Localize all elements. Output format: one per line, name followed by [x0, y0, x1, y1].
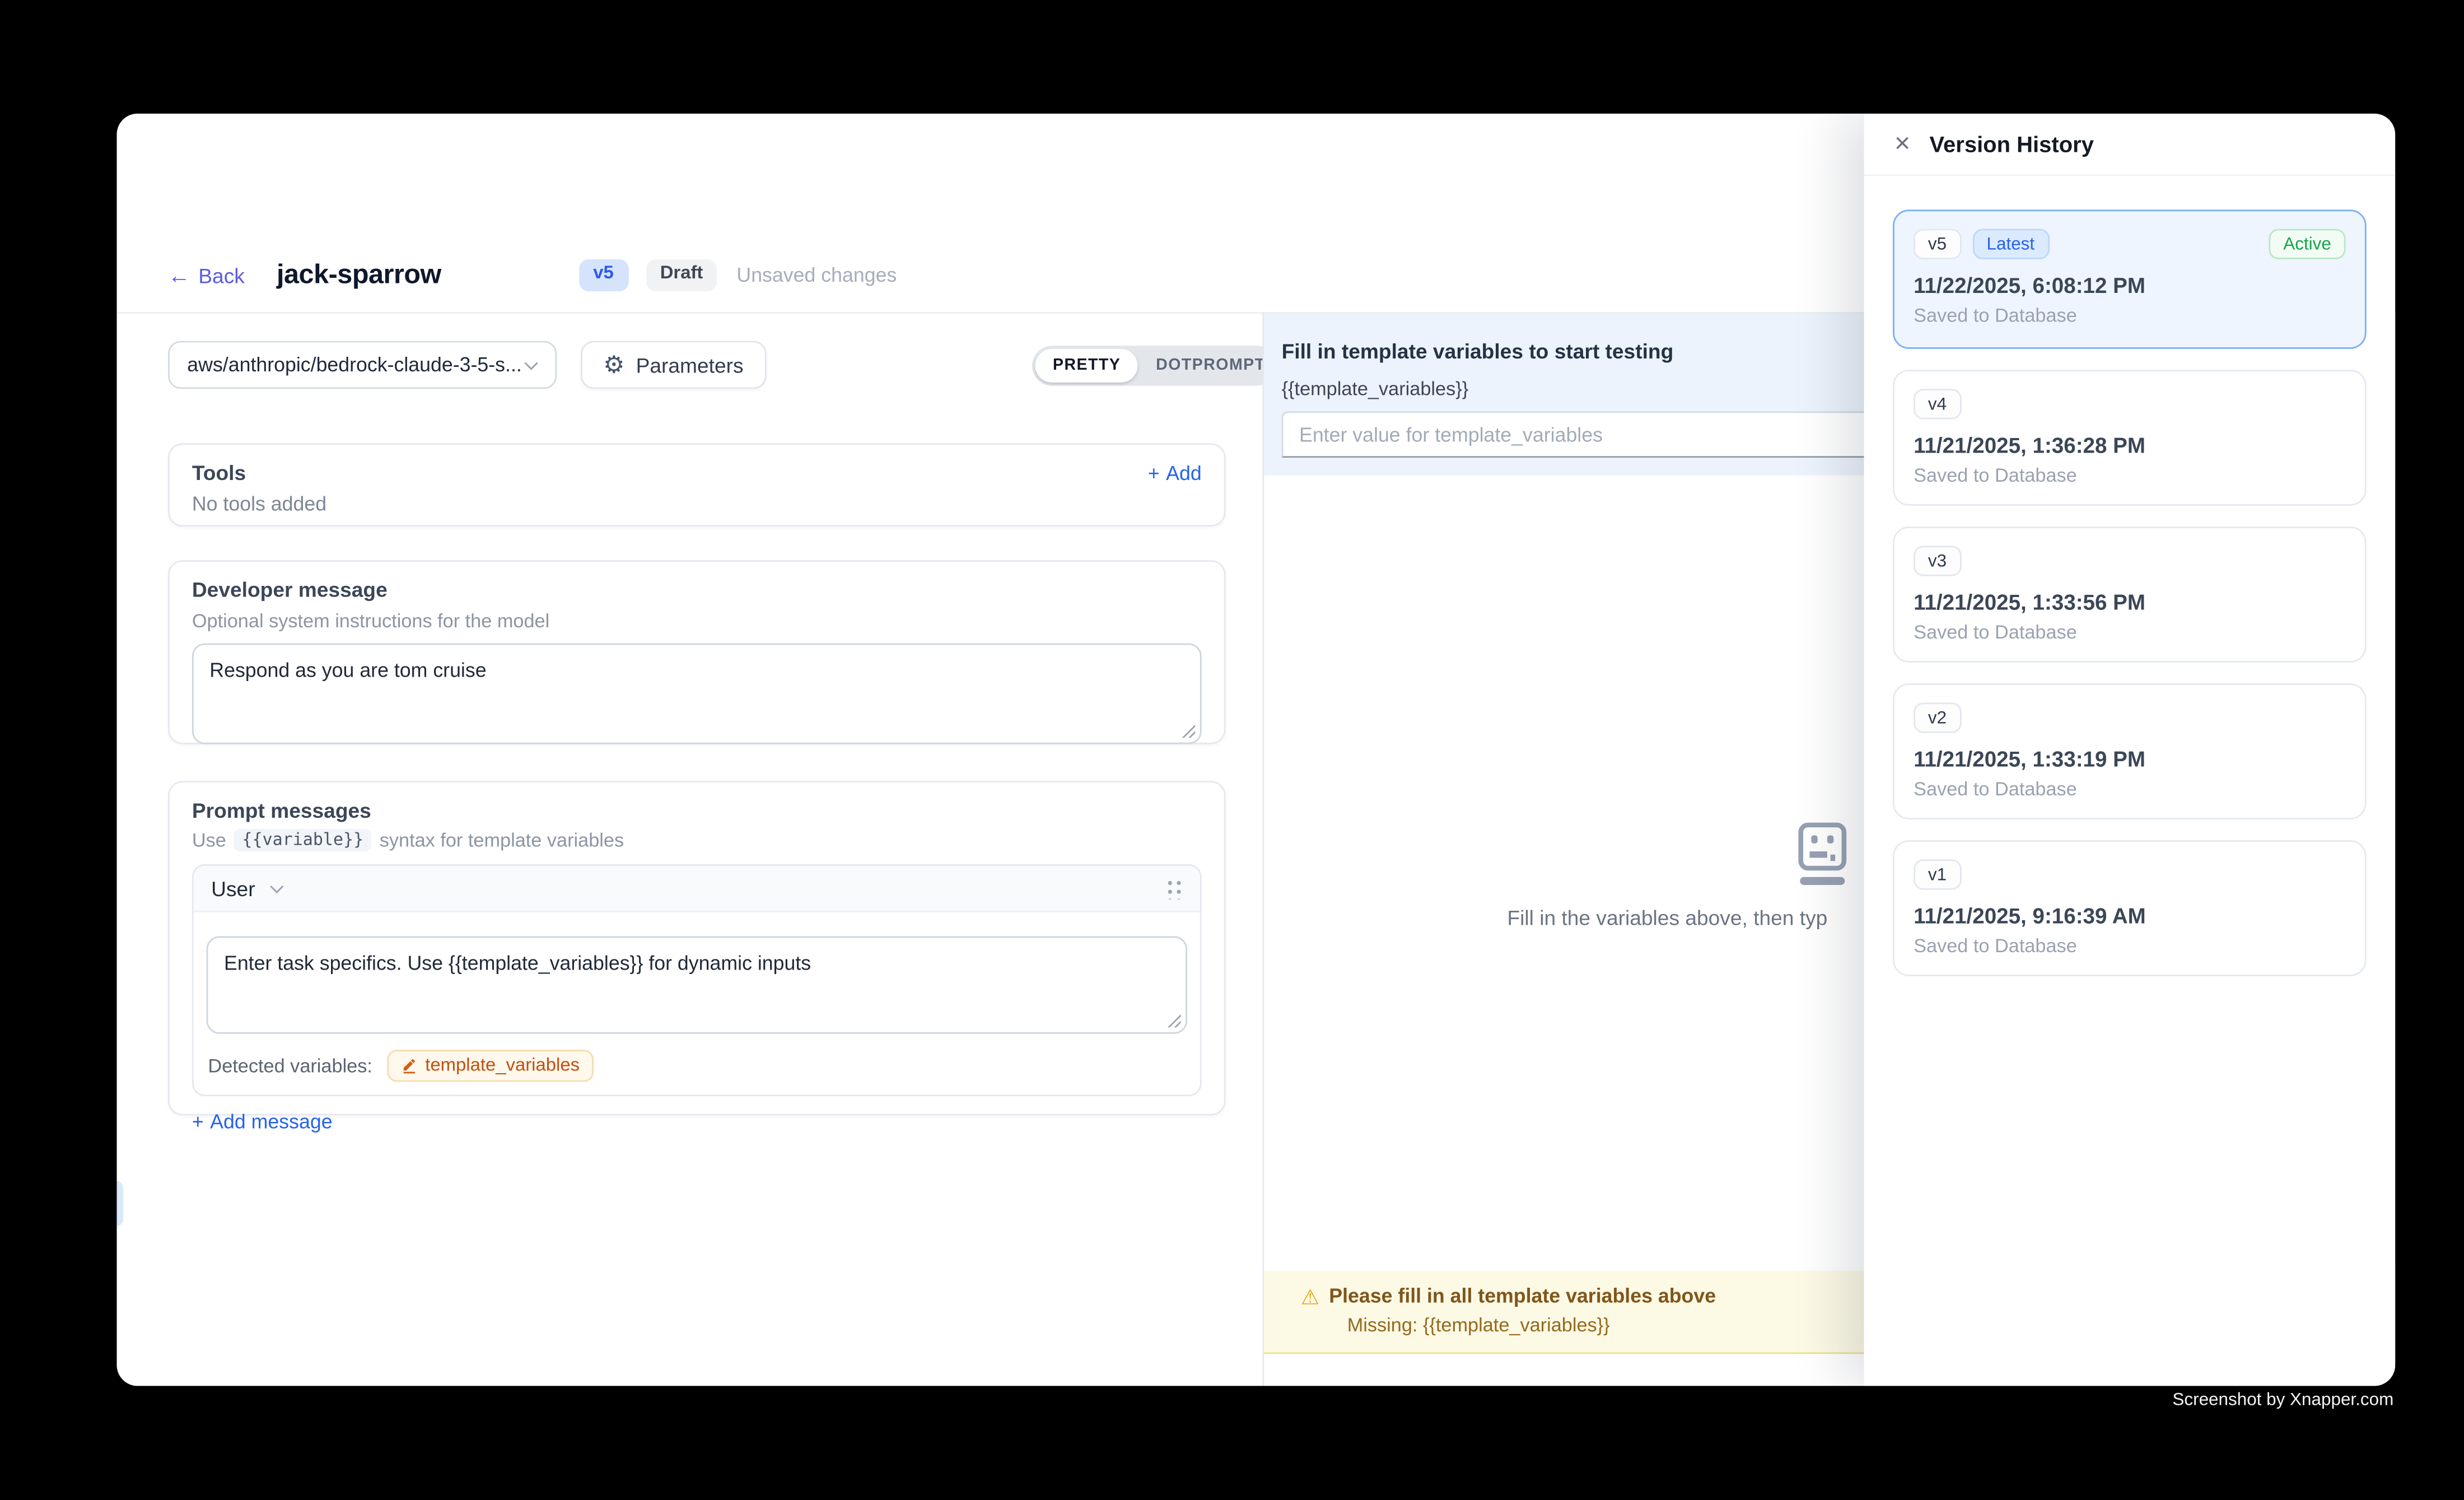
- version-timestamp: 11/21/2025, 1:36:28 PM: [1914, 434, 2345, 458]
- back-arrow-icon: ←: [168, 264, 190, 286]
- detected-variable-chip[interactable]: template_variables: [387, 1050, 594, 1082]
- version-status: Saved to Database: [1914, 464, 2345, 487]
- header-badges: v5 Draft Unsaved changes: [579, 259, 897, 291]
- parameters-button[interactable]: ⚙ Parameters: [581, 341, 766, 389]
- user-message-input[interactable]: Enter task specifics. Use {{template_var…: [207, 936, 1187, 1033]
- empty-state-text: Fill in the variables above, then typ: [1507, 906, 1827, 930]
- add-message-label: Add message: [210, 1111, 332, 1133]
- page-header: ← Back jack-sparrow v5 Draft Unsaved cha…: [168, 251, 897, 300]
- robot-face-icon: [1798, 823, 1846, 871]
- pencil-icon: [401, 1058, 417, 1074]
- detected-variable-name: template_variables: [425, 1056, 580, 1075]
- version-status: Saved to Database: [1914, 304, 2345, 327]
- unsaved-changes-text: Unsaved changes: [736, 264, 897, 286]
- page-title: jack-sparrow: [277, 259, 441, 291]
- parameters-label: Parameters: [636, 353, 744, 377]
- close-icon[interactable]: ×: [1894, 129, 1910, 156]
- plus-icon: +: [1148, 462, 1160, 484]
- role-selector[interactable]: User: [211, 876, 282, 900]
- chevron-down-icon: [270, 880, 284, 893]
- screenshot-stage: ← Back jack-sparrow v5 Draft Unsaved cha…: [0, 0, 2464, 1500]
- version-id-badge: v1: [1914, 859, 1961, 889]
- prompt-messages-title: Prompt messages: [192, 799, 1202, 823]
- toggle-dotprompt[interactable]: DOTPROMPT: [1138, 349, 1283, 383]
- version-timestamp: 11/21/2025, 1:33:56 PM: [1914, 590, 2345, 614]
- gear-icon: ⚙: [603, 353, 624, 377]
- draft-badge: Draft: [646, 259, 717, 291]
- back-button[interactable]: ← Back: [168, 263, 245, 287]
- role-selector-value: User: [211, 876, 255, 900]
- tools-title: Tools: [192, 461, 246, 485]
- subtitle-suffix: syntax for template variables: [380, 829, 624, 851]
- developer-message-title: Developer message: [192, 577, 1202, 602]
- variable-syntax-pill: {{variable}}: [234, 829, 371, 851]
- prompt-messages-card: Prompt messages Use {{variable}} syntax …: [168, 781, 1226, 1115]
- warning-title: Please fill in all template variables ab…: [1329, 1285, 1716, 1307]
- robot-base-icon: [1800, 877, 1845, 885]
- view-mode-toggle: PRETTY DOTPROMPT: [1032, 346, 1277, 385]
- tools-empty-text: No tools added: [192, 493, 1202, 515]
- toggle-pretty[interactable]: PRETTY: [1035, 349, 1138, 383]
- version-history-panel: × Version History v5 Latest Active 11/22…: [1864, 114, 2396, 1386]
- drag-handle-icon[interactable]: [1165, 877, 1182, 900]
- detected-variables-row: Detected variables: template_variables: [194, 1047, 1200, 1095]
- prompt-editor-column: ← Back jack-sparrow v5 Draft Unsaved cha…: [117, 114, 1263, 1386]
- edge-peek-element: [117, 1181, 123, 1226]
- version-history-title: Version History: [1930, 131, 2094, 157]
- add-tool-button[interactable]: + Add: [1148, 462, 1202, 484]
- developer-message-card: Developer message Optional system instru…: [168, 560, 1226, 744]
- developer-message-input[interactable]: Respond as you are tom cruise: [192, 644, 1202, 744]
- chevron-down-icon: [524, 356, 538, 370]
- version-status: Saved to Database: [1914, 778, 2345, 800]
- version-status: Saved to Database: [1914, 935, 2345, 957]
- version-id-badge: v5: [1914, 229, 1961, 259]
- model-selector[interactable]: aws/anthropic/bedrock-claude-3-5-s...: [168, 341, 557, 389]
- version-card-v5[interactable]: v5 Latest Active 11/22/2025, 6:08:12 PM …: [1893, 209, 2367, 349]
- version-card-v1[interactable]: v1 11/21/2025, 9:16:39 AM Saved to Datab…: [1893, 840, 2367, 976]
- version-history-header: × Version History: [1864, 114, 2396, 176]
- watermark-text: Screenshot by Xnapper.com: [2172, 1391, 2393, 1410]
- version-badge: v5: [579, 259, 628, 291]
- version-timestamp: 11/21/2025, 9:16:39 AM: [1914, 904, 2345, 928]
- version-timestamp: 11/22/2025, 6:08:12 PM: [1914, 274, 2345, 298]
- version-id-badge: v2: [1914, 702, 1961, 733]
- subtitle-prefix: Use: [192, 829, 226, 851]
- version-status: Saved to Database: [1914, 621, 2345, 644]
- developer-message-subtitle: Optional system instructions for the mod…: [192, 610, 1202, 632]
- detected-variables-label: Detected variables:: [208, 1055, 372, 1077]
- column-divider: [1262, 312, 1264, 1386]
- active-badge: Active: [2269, 229, 2346, 259]
- prompt-messages-subtitle: Use {{variable}} syntax for template var…: [192, 829, 1202, 851]
- plus-icon: +: [192, 1111, 204, 1133]
- message-block: User Enter task specifics. Use {{templat…: [192, 864, 1202, 1096]
- version-timestamp: 11/21/2025, 1:33:19 PM: [1914, 747, 2345, 771]
- editor-toolbar: aws/anthropic/bedrock-claude-3-5-s... ⚙ …: [168, 341, 1226, 389]
- back-label: Back: [198, 263, 245, 287]
- model-selector-value: aws/anthropic/bedrock-claude-3-5-s...: [187, 353, 522, 376]
- warning-icon: ⚠: [1301, 1286, 1319, 1307]
- version-card-v3[interactable]: v3 11/21/2025, 1:33:56 PM Saved to Datab…: [1893, 527, 2367, 663]
- message-role-row: User: [194, 866, 1200, 912]
- tools-card: Tools + Add No tools added: [168, 443, 1226, 527]
- version-list: v5 Latest Active 11/22/2025, 6:08:12 PM …: [1864, 176, 2396, 976]
- version-card-v4[interactable]: v4 11/21/2025, 1:36:28 PM Saved to Datab…: [1893, 370, 2367, 506]
- add-tool-label: Add: [1166, 462, 1202, 484]
- app-window: ← Back jack-sparrow v5 Draft Unsaved cha…: [117, 114, 2396, 1386]
- version-id-badge: v3: [1914, 546, 1961, 576]
- version-card-v2[interactable]: v2 11/21/2025, 1:33:19 PM Saved to Datab…: [1893, 683, 2367, 819]
- add-message-button[interactable]: + Add message: [192, 1111, 1202, 1133]
- latest-badge: Latest: [1972, 229, 2049, 259]
- version-id-badge: v4: [1914, 389, 1961, 419]
